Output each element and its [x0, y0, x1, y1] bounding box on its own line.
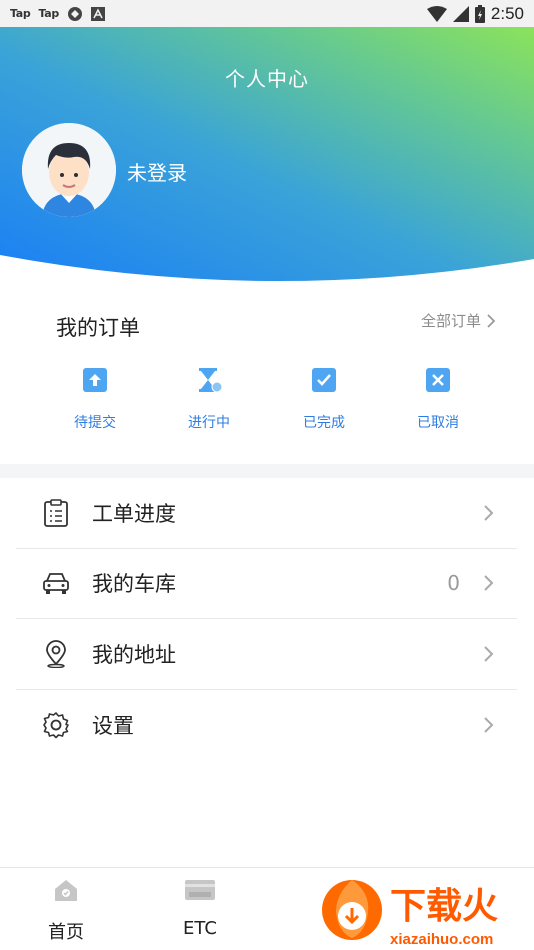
order-status-label: 已取消 [417, 415, 459, 431]
all-orders-label: 全部订单 [420, 312, 481, 330]
watermark-brand: 下载火 [390, 885, 498, 926]
menu-item-work-order-progress[interactable]: 工单进度 [16, 478, 517, 549]
all-orders-link[interactable]: 全部订单 [421, 310, 496, 331]
chevron-right-icon [484, 646, 494, 662]
menu-item-my-address[interactable]: 我的地址 [16, 619, 517, 690]
gear-icon [41, 710, 71, 740]
order-status-cancelled[interactable]: 已取消 [398, 366, 478, 432]
order-status-completed[interactable]: 已完成 [284, 366, 364, 432]
menu-item-label: 工单进度 [92, 501, 176, 526]
chevron-right-icon [484, 717, 494, 733]
font-a-icon [90, 6, 105, 21]
upload-icon [83, 368, 107, 392]
order-status-label: 进行中 [188, 415, 230, 431]
page-title: 个人中心 [225, 67, 309, 91]
order-status-pending[interactable]: 待提交 [55, 366, 135, 432]
status-time: 2:50 [490, 3, 524, 23]
tab-home[interactable]: 首页 [16, 876, 116, 944]
my-orders-section: 我的订单 全部订单 待提交 进行中 已完成 已取消 [0, 290, 534, 464]
menu-list: 工单进度 我的车库 0 我的地址 设置 [16, 478, 517, 760]
battery-icon [474, 4, 485, 23]
menu-item-my-garage[interactable]: 我的车库 0 [16, 549, 517, 619]
menu-item-label: 设置 [92, 713, 134, 738]
user-avatar-icon [22, 123, 116, 217]
chevron-right-icon [484, 505, 494, 521]
garage-count: 0 [447, 571, 460, 596]
avatar[interactable] [22, 123, 116, 217]
status-app-tap-2: Tap [38, 7, 59, 20]
chevron-right-icon [487, 313, 496, 328]
hourglass-icon [199, 368, 223, 393]
order-status-label: 已完成 [303, 415, 345, 431]
status-bar: Tap Tap 2:50 [0, 0, 534, 27]
cancel-icon [426, 368, 450, 392]
chevron-right-icon [484, 575, 494, 591]
menu-item-label: 我的地址 [92, 642, 176, 667]
clipboard-icon [41, 498, 71, 528]
watermark-logo: 下载火 xiazaihuo.com [322, 880, 498, 948]
tab-etc[interactable]: ETC [150, 876, 250, 939]
menu-item-label: 我的车库 [92, 572, 176, 597]
orders-title: 我的订单 [56, 316, 140, 340]
status-app-tap-1: Tap [10, 7, 31, 20]
login-status-text[interactable]: 未登录 [127, 157, 187, 186]
menu-item-settings[interactable]: 设置 [16, 690, 517, 761]
watermark-url: xiazaihuo.com [390, 931, 493, 948]
order-status-in-progress[interactable]: 进行中 [169, 366, 249, 432]
car-icon [41, 568, 71, 598]
etc-card-icon [185, 880, 215, 900]
home-icon [55, 880, 77, 901]
profile-header: 个人中心 未登录 [0, 27, 534, 289]
location-pin-icon [41, 639, 71, 669]
signal-icon [452, 5, 469, 22]
wifi-icon [426, 5, 447, 22]
tab-label: ETC [183, 918, 217, 939]
check-icon [312, 368, 336, 392]
sync-icon [67, 6, 82, 21]
order-status-label: 待提交 [74, 415, 116, 431]
tab-label: 首页 [48, 922, 84, 943]
section-divider [0, 464, 534, 478]
